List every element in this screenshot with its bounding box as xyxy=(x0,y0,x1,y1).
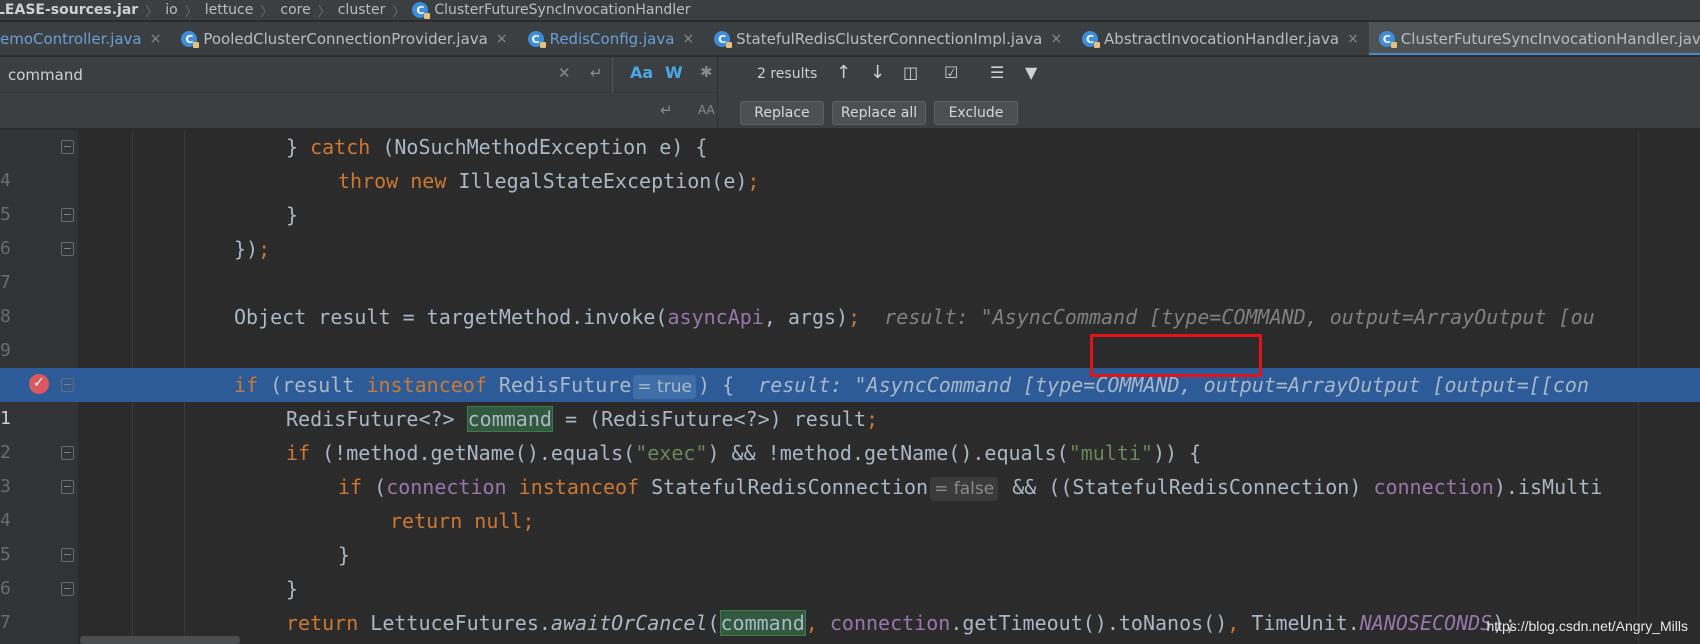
select-all-icon[interactable]: ◫ xyxy=(903,63,918,82)
watermark: https://blog.csdn.net/Angry_Mills xyxy=(1486,618,1688,634)
breakpoint-icon[interactable] xyxy=(29,366,49,400)
code-line[interactable]: 8 xyxy=(0,266,1700,327)
breadcrumb-label: io xyxy=(165,2,178,18)
search-match: command xyxy=(466,406,553,432)
annotation-highlight-box xyxy=(1090,334,1262,377)
debug-inline-value: result: "AsyncCommand [type=COMMAND, out… xyxy=(884,305,1595,329)
close-icon[interactable]: × xyxy=(682,31,694,47)
fold-icon[interactable] xyxy=(61,242,74,256)
code-line[interactable]: 6 } xyxy=(0,538,1700,599)
breadcrumb-item-io[interactable]: io 〉 xyxy=(165,1,204,20)
chevron-right-icon: 〉 xyxy=(317,4,331,20)
tab-label: StatefulRedisClusterConnectionImpl.java xyxy=(736,30,1043,48)
chevron-right-icon: 〉 xyxy=(184,4,198,20)
horizontal-scrollbar[interactable] xyxy=(80,636,240,644)
replace-all-button[interactable]: Replace all xyxy=(832,101,926,125)
tab-abstractinvocationhandler[interactable]: C AbstractInvocationHandler.java × xyxy=(1072,22,1369,55)
code-line[interactable]: 7 }); xyxy=(0,232,1700,293)
fold-icon[interactable] xyxy=(61,208,74,222)
inline-hint: = true xyxy=(633,375,696,399)
code-line[interactable]: 0 xyxy=(0,334,1700,395)
close-icon[interactable]: × xyxy=(1347,31,1359,47)
find-bar: ✕ ↵ Aa W ✱ ↵ AA 2 results ↑ ↓ ◫ ☑ ☰ ▼ Re… xyxy=(0,57,1700,129)
class-icon: C xyxy=(714,31,733,48)
replace-button[interactable]: Replace xyxy=(740,101,824,125)
search-row: ✕ ↵ Aa W ✱ xyxy=(0,57,718,93)
close-icon[interactable]: × xyxy=(150,31,162,47)
whole-words-toggle[interactable]: W xyxy=(665,63,683,82)
tab-label: emoController.java xyxy=(0,30,142,48)
arrow-down-icon[interactable]: ↓ xyxy=(870,62,885,83)
class-icon: C xyxy=(181,31,200,48)
tab-democontroller[interactable]: emoController.java × xyxy=(0,22,171,55)
breadcrumb-item-lettuce[interactable]: lettuce 〉 xyxy=(205,1,281,20)
fold-icon[interactable] xyxy=(61,548,74,562)
fold-icon[interactable] xyxy=(61,582,74,596)
code-line[interactable]: 4 } catch (NoSuchMethodException e) { xyxy=(0,130,1700,191)
clear-icon[interactable]: ✕ xyxy=(558,64,571,82)
breadcrumb-label: LEASE-sources.jar xyxy=(0,2,139,18)
current-execution-line[interactable]: 1 if (result instanceof RedisFuture= tru… xyxy=(0,366,1700,429)
exclude-button[interactable]: Exclude xyxy=(934,101,1018,125)
breadcrumb: LEASE-sources.jar 〉 io 〉 lettuce 〉 core 〉 cl… xyxy=(0,0,1700,20)
tab-label: PooledClusterConnectionProvider.java xyxy=(203,30,488,48)
code-line[interactable]: 5 return null; xyxy=(0,504,1700,565)
tab-statefulredisclusterconnectionimpl[interactable]: C StatefulRedisClusterConnectionImpl.java… xyxy=(704,22,1072,55)
regex-icon[interactable]: ✱ xyxy=(700,63,713,81)
search-input[interactable] xyxy=(8,64,548,86)
preserve-case-toggle[interactable]: AA xyxy=(698,103,715,117)
code-line[interactable]: 3 if (!method.getName().equals("exec") &… xyxy=(0,436,1700,497)
fold-icon[interactable] xyxy=(61,378,74,392)
tab-pooledclusterconnectionprovider[interactable]: C PooledClusterConnectionProvider.java × xyxy=(171,22,517,55)
fold-icon[interactable] xyxy=(61,480,74,494)
breadcrumb-item-class[interactable]: C ClusterFutureSyncInvocationHandler xyxy=(412,0,690,20)
filter-checklist-icon[interactable]: ☑ xyxy=(944,63,958,82)
find-input-area: ✕ ↵ Aa W ✱ ↵ AA xyxy=(0,57,718,129)
breadcrumb-label: lettuce xyxy=(204,2,254,18)
arrow-up-icon[interactable]: ↑ xyxy=(836,62,851,83)
fold-icon[interactable] xyxy=(61,446,74,460)
breadcrumb-label: core xyxy=(280,2,311,18)
chevron-right-icon: 〉 xyxy=(145,4,159,20)
class-icon: C xyxy=(527,31,546,48)
chevron-right-icon: 〉 xyxy=(392,4,406,20)
code-line[interactable]: 4 if (connection instanceof StatefulRedi… xyxy=(0,470,1700,531)
funnel-icon[interactable]: ▼ xyxy=(1025,63,1037,82)
replace-new-line-icon[interactable]: ↵ xyxy=(660,101,673,119)
tab-label: ClusterFutureSyncInvocationHandler.java xyxy=(1400,30,1700,48)
breadcrumb-item-core[interactable]: core 〉 xyxy=(280,1,337,20)
code-editor[interactable]: 4 } catch (NoSuchMethodException e) { 5 … xyxy=(0,130,1700,644)
class-icon: C xyxy=(412,2,431,19)
code-line[interactable]: 7 } xyxy=(0,572,1700,633)
search-match: command xyxy=(719,610,806,636)
chevron-right-icon: 〉 xyxy=(260,4,274,20)
match-case-toggle[interactable]: Aa xyxy=(630,63,653,82)
close-icon[interactable]: × xyxy=(496,31,508,47)
breadcrumb-label: ClusterFutureSyncInvocationHandler xyxy=(434,2,691,18)
breadcrumb-item-jar[interactable]: LEASE-sources.jar 〉 xyxy=(0,1,165,20)
code-line[interactable]: 2 RedisFuture<?> command = (RedisFuture<… xyxy=(0,402,1700,463)
editor-tabs: emoController.java × C PooledClusterConnec… xyxy=(0,22,1700,56)
tab-redisconfig[interactable]: C RedisConfig.java × xyxy=(518,22,705,55)
class-icon: C xyxy=(1378,31,1397,48)
results-count: 2 results xyxy=(757,66,818,82)
class-icon: C xyxy=(1082,31,1101,48)
line-number: 8 xyxy=(0,640,14,644)
inline-hint: = false xyxy=(930,477,999,501)
tab-label: AbstractInvocationHandler.java xyxy=(1104,30,1340,48)
list-filter-icon[interactable]: ☰ xyxy=(990,63,1004,82)
breadcrumb-label: cluster xyxy=(337,2,386,18)
code-line[interactable]: 5 throw new IllegalStateException(e); xyxy=(0,164,1700,225)
new-line-icon[interactable]: ↵ xyxy=(590,64,603,82)
code-line[interactable]: 9 Object result = targetMethod.invoke(as… xyxy=(0,300,1700,361)
fold-icon[interactable] xyxy=(61,140,74,154)
tab-label: RedisConfig.java xyxy=(549,30,675,48)
code-line[interactable]: 8 return LettuceFutures.awaitOrCancel(co… xyxy=(0,606,1700,640)
close-icon[interactable]: × xyxy=(1050,31,1062,47)
tab-clusterfuturesyncinvocationhandler[interactable]: C ClusterFutureSyncInvocationHandler.java… xyxy=(1368,22,1700,55)
code-line[interactable]: 6 } xyxy=(0,198,1700,259)
breadcrumb-item-cluster[interactable]: cluster 〉 xyxy=(338,1,413,20)
